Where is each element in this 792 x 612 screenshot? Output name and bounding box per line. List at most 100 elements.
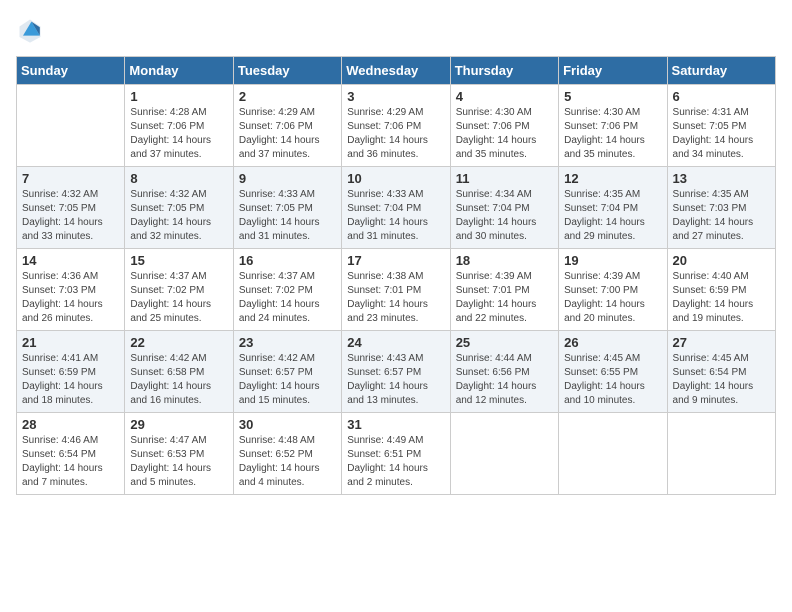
calendar-cell: 26Sunrise: 4:45 AM Sunset: 6:55 PM Dayli…: [559, 331, 667, 413]
cell-details: Sunrise: 4:30 AM Sunset: 7:06 PM Dayligh…: [564, 106, 661, 162]
cell-details: Sunrise: 4:30 AM Sunset: 7:06 PM Dayligh…: [456, 106, 553, 162]
calendar-cell: 4Sunrise: 4:30 AM Sunset: 7:06 PM Daylig…: [450, 85, 558, 167]
day-number: 25: [456, 335, 553, 350]
calendar-cell: 7 Sunrise: 4:32 AM Sunset: 7:05 PM Daylig…: [17, 167, 125, 249]
cell-details: Sunrise: 4:44 AM Sunset: 6:56 PM Dayligh…: [456, 352, 553, 408]
day-number: 20: [673, 253, 770, 268]
cell-details: Sunrise: 4:29 AM Sunset: 7:06 PM Dayligh…: [239, 106, 336, 162]
calendar-cell: 16 Sunrise: 4:37 AM Sunset: 7:02 PM Dayli…: [233, 249, 341, 331]
weekday-header-tuesday: Tuesday: [233, 57, 341, 85]
day-number: 6: [673, 89, 770, 104]
day-number: 31: [347, 417, 444, 432]
calendar-cell: [667, 413, 775, 495]
day-number: 11: [456, 171, 553, 186]
weekday-header-wednesday: Wednesday: [342, 57, 450, 85]
day-number: 16: [239, 253, 336, 268]
cell-details: Sunrise: 4:28 AM Sunset: 7:06 PM Dayligh…: [130, 106, 227, 162]
day-number: 13: [673, 171, 770, 186]
cell-details: Sunrise: 4:29 AM Sunset: 7:06 PM Dayligh…: [347, 106, 444, 162]
day-number: 7: [22, 171, 119, 186]
calendar-cell: 25 Sunrise: 4:44 AM Sunset: 6:56 PM Dayli…: [450, 331, 558, 413]
calendar-cell: 23Sunrise: 4:42 AM Sunset: 6:57 PM Dayli…: [233, 331, 341, 413]
calendar-cell: 5 Sunrise: 4:30 AM Sunset: 7:06 PM Daylig…: [559, 85, 667, 167]
calendar-cell: 6 Sunrise: 4:31 AM Sunset: 7:05 PM Daylig…: [667, 85, 775, 167]
cell-details: Sunrise: 4:34 AM Sunset: 7:04 PM Dayligh…: [456, 188, 553, 244]
cell-details: Sunrise: 4:37 AM Sunset: 7:02 PM Dayligh…: [239, 270, 336, 326]
logo-icon: [16, 16, 44, 44]
day-number: 5: [564, 89, 661, 104]
calendar-week-row: 28Sunrise: 4:46 AM Sunset: 6:54 PM Dayli…: [17, 413, 776, 495]
day-number: 1: [130, 89, 227, 104]
calendar-cell: [17, 85, 125, 167]
calendar-cell: [450, 413, 558, 495]
cell-details: Sunrise: 4:37 AM Sunset: 7:02 PM Dayligh…: [130, 270, 227, 326]
day-number: 24: [347, 335, 444, 350]
day-number: 21: [22, 335, 119, 350]
cell-details: Sunrise: 4:33 AM Sunset: 7:04 PM Dayligh…: [347, 188, 444, 244]
calendar-table: SundayMondayTuesdayWednesdayThursdayFrid…: [16, 56, 776, 495]
cell-details: Sunrise: 4:47 AM Sunset: 6:53 PM Dayligh…: [130, 434, 227, 490]
calendar-cell: 11 Sunrise: 4:34 AM Sunset: 7:04 PM Dayli…: [450, 167, 558, 249]
cell-details: Sunrise: 4:48 AM Sunset: 6:52 PM Dayligh…: [239, 434, 336, 490]
calendar-cell: 29 Sunrise: 4:47 AM Sunset: 6:53 PM Dayli…: [125, 413, 233, 495]
calendar-cell: 17 Sunrise: 4:38 AM Sunset: 7:01 PM Dayli…: [342, 249, 450, 331]
calendar-cell: 8Sunrise: 4:32 AM Sunset: 7:05 PM Daylig…: [125, 167, 233, 249]
calendar-week-row: 14Sunrise: 4:36 AM Sunset: 7:03 PM Dayli…: [17, 249, 776, 331]
day-number: 23: [239, 335, 336, 350]
cell-details: Sunrise: 4:42 AM Sunset: 6:58 PM Dayligh…: [130, 352, 227, 408]
day-number: 18: [456, 253, 553, 268]
weekday-header-friday: Friday: [559, 57, 667, 85]
day-number: 12: [564, 171, 661, 186]
calendar-cell: 3 Sunrise: 4:29 AM Sunset: 7:06 PM Daylig…: [342, 85, 450, 167]
weekday-header-sunday: Sunday: [17, 57, 125, 85]
calendar-cell: 31 Sunrise: 4:49 AM Sunset: 6:51 PM Dayli…: [342, 413, 450, 495]
calendar-cell: 2 Sunrise: 4:29 AM Sunset: 7:06 PM Daylig…: [233, 85, 341, 167]
cell-details: Sunrise: 4:32 AM Sunset: 7:05 PM Dayligh…: [22, 188, 119, 244]
cell-details: Sunrise: 4:33 AM Sunset: 7:05 PM Dayligh…: [239, 188, 336, 244]
cell-details: Sunrise: 4:41 AM Sunset: 6:59 PM Dayligh…: [22, 352, 119, 408]
calendar-cell: 1 Sunrise: 4:28 AM Sunset: 7:06 PM Daylig…: [125, 85, 233, 167]
day-number: 2: [239, 89, 336, 104]
day-number: 17: [347, 253, 444, 268]
cell-details: Sunrise: 4:45 AM Sunset: 6:54 PM Dayligh…: [673, 352, 770, 408]
calendar-week-row: 21 Sunrise: 4:41 AM Sunset: 6:59 PM Dayli…: [17, 331, 776, 413]
cell-details: Sunrise: 4:31 AM Sunset: 7:05 PM Dayligh…: [673, 106, 770, 162]
cell-details: Sunrise: 4:36 AM Sunset: 7:03 PM Dayligh…: [22, 270, 119, 326]
day-number: 10: [347, 171, 444, 186]
cell-details: Sunrise: 4:49 AM Sunset: 6:51 PM Dayligh…: [347, 434, 444, 490]
calendar-cell: 28Sunrise: 4:46 AM Sunset: 6:54 PM Dayli…: [17, 413, 125, 495]
calendar-cell: 22 Sunrise: 4:42 AM Sunset: 6:58 PM Dayli…: [125, 331, 233, 413]
weekday-header-saturday: Saturday: [667, 57, 775, 85]
calendar-cell: 14Sunrise: 4:36 AM Sunset: 7:03 PM Dayli…: [17, 249, 125, 331]
calendar-cell: 24 Sunrise: 4:43 AM Sunset: 6:57 PM Dayli…: [342, 331, 450, 413]
weekday-header-monday: Monday: [125, 57, 233, 85]
calendar-cell: 18 Sunrise: 4:39 AM Sunset: 7:01 PM Dayli…: [450, 249, 558, 331]
day-number: 22: [130, 335, 227, 350]
cell-details: Sunrise: 4:38 AM Sunset: 7:01 PM Dayligh…: [347, 270, 444, 326]
calendar-cell: 15 Sunrise: 4:37 AM Sunset: 7:02 PM Dayli…: [125, 249, 233, 331]
day-number: 8: [130, 171, 227, 186]
cell-details: Sunrise: 4:35 AM Sunset: 7:04 PM Dayligh…: [564, 188, 661, 244]
logo: [16, 16, 48, 44]
calendar-cell: 13 Sunrise: 4:35 AM Sunset: 7:03 PM Dayli…: [667, 167, 775, 249]
day-number: 3: [347, 89, 444, 104]
weekday-header-thursday: Thursday: [450, 57, 558, 85]
cell-details: Sunrise: 4:35 AM Sunset: 7:03 PM Dayligh…: [673, 188, 770, 244]
calendar-cell: [559, 413, 667, 495]
day-number: 30: [239, 417, 336, 432]
cell-details: Sunrise: 4:39 AM Sunset: 7:01 PM Dayligh…: [456, 270, 553, 326]
calendar-cell: 27Sunrise: 4:45 AM Sunset: 6:54 PM Dayli…: [667, 331, 775, 413]
calendar-body: 1 Sunrise: 4:28 AM Sunset: 7:06 PM Daylig…: [17, 85, 776, 495]
day-number: 15: [130, 253, 227, 268]
day-number: 9: [239, 171, 336, 186]
calendar-cell: 10 Sunrise: 4:33 AM Sunset: 7:04 PM Dayli…: [342, 167, 450, 249]
calendar-header-row: SundayMondayTuesdayWednesdayThursdayFrid…: [17, 57, 776, 85]
cell-details: Sunrise: 4:43 AM Sunset: 6:57 PM Dayligh…: [347, 352, 444, 408]
calendar-cell: 20Sunrise: 4:40 AM Sunset: 6:59 PM Dayli…: [667, 249, 775, 331]
calendar-cell: 30 Sunrise: 4:48 AM Sunset: 6:52 PM Dayli…: [233, 413, 341, 495]
calendar-cell: 19Sunrise: 4:39 AM Sunset: 7:00 PM Dayli…: [559, 249, 667, 331]
calendar-week-row: 7 Sunrise: 4:32 AM Sunset: 7:05 PM Daylig…: [17, 167, 776, 249]
day-number: 29: [130, 417, 227, 432]
calendar-cell: 21 Sunrise: 4:41 AM Sunset: 6:59 PM Dayli…: [17, 331, 125, 413]
cell-details: Sunrise: 4:39 AM Sunset: 7:00 PM Dayligh…: [564, 270, 661, 326]
